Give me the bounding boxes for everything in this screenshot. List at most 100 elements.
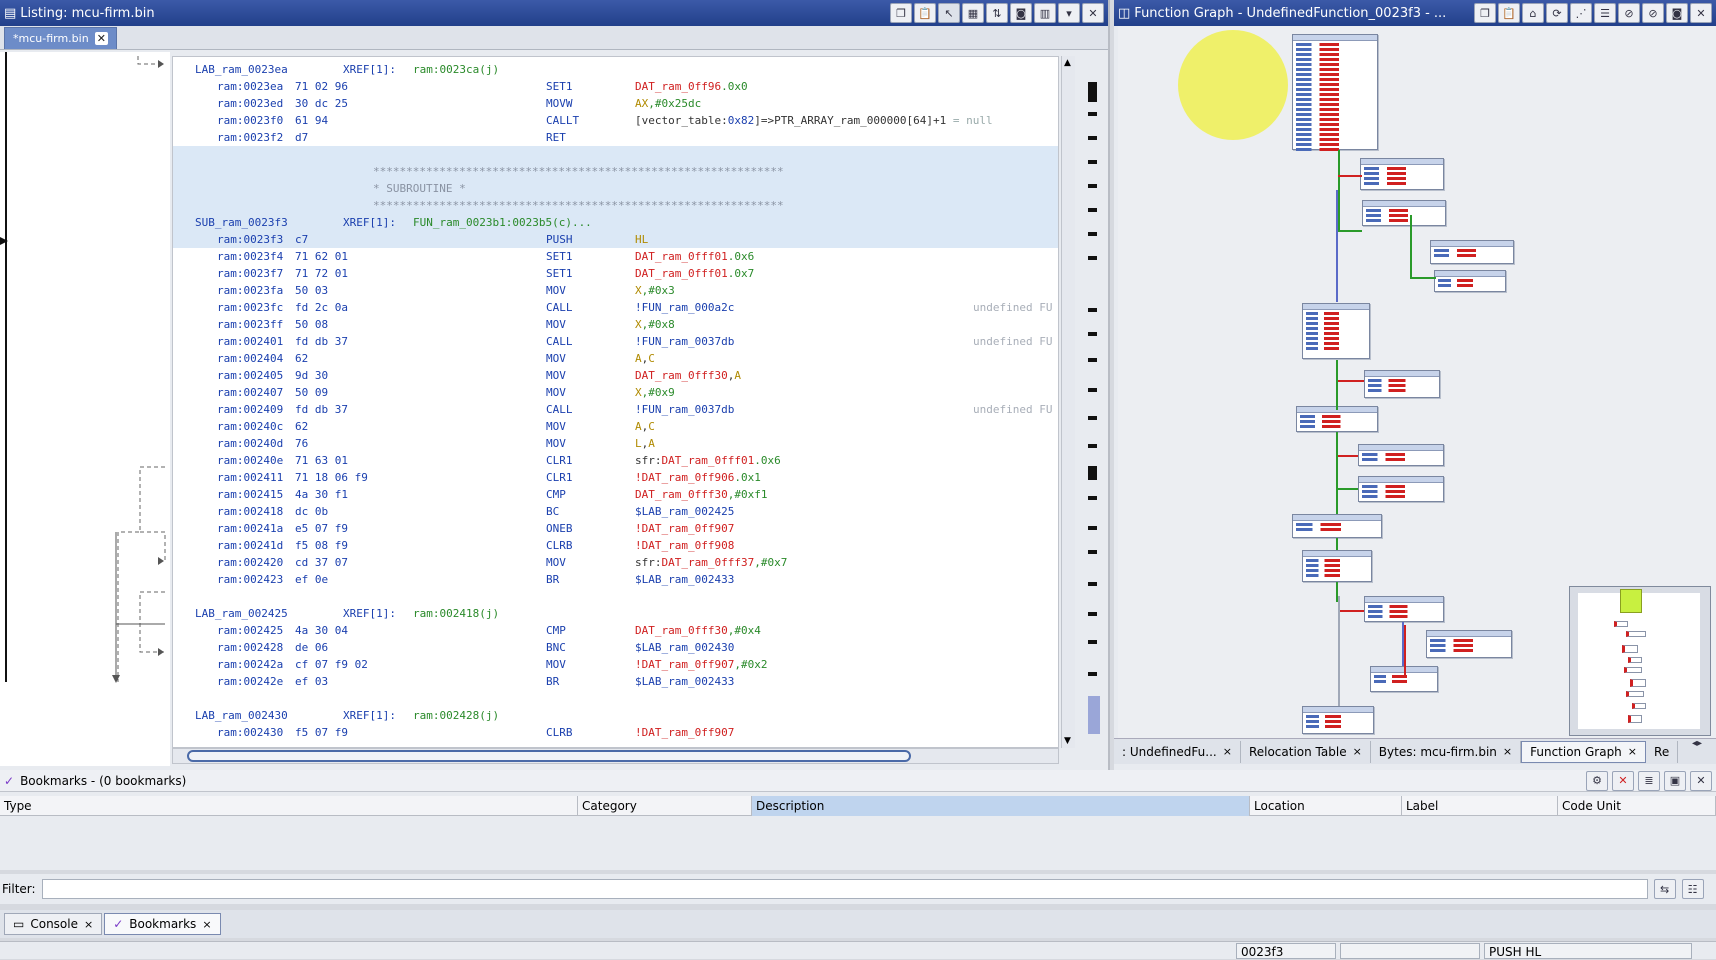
graph-node[interactable] <box>1358 444 1444 466</box>
graph-node[interactable] <box>1358 476 1444 502</box>
scroll-up-icon[interactable]: ▲ <box>1064 58 1071 68</box>
graph-node[interactable] <box>1292 34 1378 151</box>
list-icon[interactable]: ≣ <box>1638 770 1660 791</box>
close-icon[interactable]: ✕ <box>94 32 108 45</box>
listing-row[interactable]: ram:002425 4a 30 04 CMP DAT_ram_0fff30,#0x4 <box>173 622 1058 639</box>
listing-row[interactable]: ram:00240c 62 MOV A,C <box>173 418 1058 435</box>
listing-row[interactable]: ram:0023ea 71 02 96 SET1 DAT_ram_0ff96.0x0 <box>173 78 1058 95</box>
diff-icon[interactable]: ⇅ <box>986 3 1008 23</box>
graph-node[interactable] <box>1360 158 1444 190</box>
listing-row[interactable]: ram:0023ff 50 08 MOV X,#0x8 <box>173 316 1058 333</box>
listing-banner-row[interactable] <box>173 690 1058 707</box>
bottom-tab[interactable]: ✓ Bookmarks × <box>104 913 221 935</box>
listing-label-row[interactable]: LAB_ram_002430 XREF[1]: ram:002428(j) <box>173 707 1058 724</box>
listing-row[interactable]: ram:002405 9d 30 MOV DAT_ram_0fff30,A <box>173 367 1058 384</box>
close-icon[interactable]: × <box>1628 745 1637 758</box>
close-icon[interactable]: × <box>1503 745 1512 758</box>
column-header[interactable]: Category <box>578 796 752 816</box>
column-header[interactable]: Code Unit <box>1558 796 1716 816</box>
listing-row[interactable]: ram:00242a cf 07 f9 02 MOV !DAT_ram_0ff907,… <box>173 656 1058 673</box>
listing-row[interactable]: ram:002411 71 18 06 f9 CLR1 !DAT_ram_0ff906… <box>173 469 1058 486</box>
listing-row[interactable]: ram:002418 dc 0b BC $LAB_ram_002425 <box>173 503 1058 520</box>
graph-node[interactable] <box>1302 706 1374 734</box>
listing-banner-row[interactable]: ****************************************… <box>173 163 1058 180</box>
listing-row[interactable]: ram:0023f7 71 72 01 SET1 DAT_ram_0fff01.0x7 <box>173 265 1058 282</box>
graph-node[interactable] <box>1302 550 1372 582</box>
graph-node[interactable] <box>1362 200 1446 226</box>
listing-row[interactable]: ram:0023f2 d7 RET <box>173 129 1058 146</box>
listing-row[interactable]: ram:002423 ef 0e BR $LAB_ram_002433 <box>173 571 1058 588</box>
snapshot-icon[interactable]: ◙ <box>1666 3 1688 23</box>
graph-tab[interactable]: Re <box>1646 740 1679 763</box>
listing-row[interactable]: ram:00242e ef 03 BR $LAB_ram_002433 <box>173 673 1058 690</box>
graph-node[interactable] <box>1434 270 1506 292</box>
options-icon[interactable]: ☰ <box>1594 3 1616 23</box>
home-icon[interactable]: ⌂ <box>1522 3 1544 23</box>
listing-row[interactable]: ram:0023f3 c7 PUSH HL <box>173 231 1058 248</box>
column-header[interactable]: Description <box>752 796 1250 816</box>
listing-row[interactable]: ram:002404 62 MOV A,C <box>173 350 1058 367</box>
bookmarks-table-body[interactable] <box>0 816 1716 870</box>
filter-options-icon[interactable]: ⇆ <box>1653 879 1676 899</box>
listing-vertical-scrollbar[interactable]: ▲ ▼ <box>1061 56 1075 748</box>
graph-node[interactable] <box>1302 303 1370 359</box>
listing-horizontal-scrollbar[interactable] <box>172 748 1059 764</box>
layout-menu-icon[interactable]: ▥ <box>1034 3 1056 23</box>
field-edit-icon[interactable]: ▦ <box>962 3 984 23</box>
scroll-down-icon[interactable]: ▼ <box>1064 736 1071 746</box>
snapshot-icon[interactable]: ◙ <box>1010 3 1032 23</box>
tab-scroll-arrows-icon[interactable]: ◂▸ <box>1692 738 1702 749</box>
satellite-viewport-box[interactable] <box>1620 589 1642 613</box>
close-icon[interactable]: × <box>1353 745 1362 758</box>
layout-icon[interactable]: ⋰ <box>1570 3 1592 23</box>
close-icon[interactable]: ✕ <box>1690 3 1712 23</box>
listing-row[interactable]: ram:0023f4 71 62 01 SET1 DAT_ram_0fff01.0x6 <box>173 248 1058 265</box>
listing-row[interactable]: ram:002409 fd db 37 CALL !FUN_ram_0037db und… <box>173 401 1058 418</box>
copy-icon[interactable]: ❐ <box>1474 3 1496 23</box>
no-entry-icon[interactable]: ⊘ <box>1618 3 1640 23</box>
no-entry-alt-icon[interactable]: ⊘ <box>1642 3 1664 23</box>
close-icon[interactable]: × <box>1223 745 1232 758</box>
graph-tab[interactable]: Bytes: mcu-firm.bin × <box>1371 740 1522 763</box>
close-icon[interactable]: × <box>84 918 93 931</box>
paste-icon[interactable]: 📋 <box>1498 3 1520 23</box>
listing-label-row[interactable]: SUB_ram_0023f3 XREF[1]: FUN_ram_0023b1:002… <box>173 214 1058 231</box>
horizontal-scroll-thumb[interactable] <box>187 750 911 762</box>
listing-row[interactable]: ram:00240d 76 MOV L,A <box>173 435 1058 452</box>
refresh-icon[interactable]: ⟳ <box>1546 3 1568 23</box>
graph-node[interactable] <box>1364 596 1444 622</box>
cursor-icon[interactable]: ↖ <box>938 3 960 23</box>
graph-tab[interactable]: : UndefinedFu... × <box>1114 740 1241 763</box>
graph-node[interactable] <box>1430 240 1514 264</box>
bottom-tab[interactable]: ▭ Console × <box>4 913 103 935</box>
tab-mcu-firm[interactable]: *mcu-firm.bin ✕ <box>4 27 117 49</box>
close-icon[interactable]: ✕ <box>1690 770 1712 791</box>
column-header[interactable]: Label <box>1402 796 1558 816</box>
listing-banner-row[interactable]: * SUBROUTINE * <box>173 180 1058 197</box>
graph-tab[interactable]: Relocation Table × <box>1241 740 1371 763</box>
listing-banner-row[interactable] <box>173 146 1058 163</box>
copy-icon[interactable]: ❐ <box>890 3 912 23</box>
listing-row[interactable]: ram:00241a e5 07 f9 ONEB !DAT_ram_0ff907 <box>173 520 1058 537</box>
listing-banner-row[interactable]: ****************************************… <box>173 197 1058 214</box>
listing-overview-bar[interactable] <box>1078 56 1106 748</box>
filter-settings-icon[interactable]: ☷ <box>1681 879 1704 899</box>
listing-row[interactable]: ram:002401 fd db 37 CALL !FUN_ram_0037db und… <box>173 333 1058 350</box>
filter-input[interactable] <box>41 879 1648 899</box>
listing-row[interactable]: ram:0023f0 61 94 CALLT [vector_table:0x82]=… <box>173 112 1058 129</box>
listing-banner-row[interactable] <box>173 588 1058 605</box>
close-icon[interactable]: × <box>202 918 211 931</box>
chevron-down-icon[interactable]: ▾ <box>1058 3 1080 23</box>
listing-row[interactable]: ram:00241d f5 08 f9 CLRB !DAT_ram_0ff908 <box>173 537 1058 554</box>
listing-row[interactable]: ram:0023fc fd 2c 0a CALL !FUN_ram_000a2c und… <box>173 299 1058 316</box>
select-icon[interactable]: ▣ <box>1664 770 1686 791</box>
listing-row[interactable]: ram:002420 cd 37 07 MOV sfr:DAT_ram_0fff37,… <box>173 554 1058 571</box>
filter-settings-icon[interactable]: ⚙ <box>1586 770 1608 791</box>
graph-node[interactable] <box>1364 370 1440 398</box>
listing-row[interactable]: ram:002428 de 06 BNC $LAB_ram_002430 <box>173 639 1058 656</box>
graph-tab[interactable]: Function Graph × <box>1521 740 1647 763</box>
listing-row[interactable]: ram:002407 50 09 MOV X,#0x9 <box>173 384 1058 401</box>
listing-label-row[interactable]: LAB_ram_0023ea XREF[1]: ram:0023ca(j) <box>173 61 1058 78</box>
listing-row[interactable]: ram:00240e 71 63 01 CLR1 sfr:DAT_ram_0fff01… <box>173 452 1058 469</box>
column-header[interactable]: Location <box>1250 796 1402 816</box>
